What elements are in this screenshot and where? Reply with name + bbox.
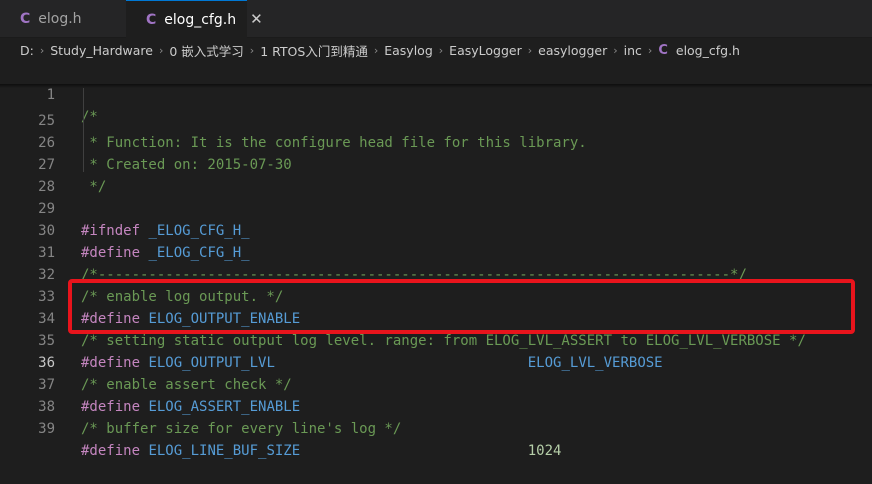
code-line: 28 bbox=[0, 154, 872, 195]
code-line: 37 #define ELOG_ASSERT_ENABLE bbox=[0, 352, 872, 415]
breadcrumb-item[interactable]: 1 RTOS入门到精通 bbox=[260, 41, 368, 60]
code-line: 26 * Created on: 2015-07-30 bbox=[0, 110, 872, 173]
breadcrumb-item[interactable]: EasyLogger bbox=[449, 43, 522, 58]
code-line: 39 #define ELOG_LINE_BUF_SIZE 1024 bbox=[0, 396, 872, 459]
chevron-right-icon: › bbox=[158, 43, 164, 57]
c-file-icon: C bbox=[20, 11, 31, 27]
macro-name: ELOG_LINE_BUF_SIZE bbox=[140, 443, 301, 459]
code-line: 31 /*-----------------------------------… bbox=[0, 220, 872, 283]
code-line: 25 * Function: It is the configure head … bbox=[0, 88, 872, 151]
chevron-right-icon: › bbox=[527, 43, 533, 57]
code-line: 27 */ bbox=[0, 132, 872, 195]
chevron-right-icon: › bbox=[373, 43, 379, 57]
tab-label: elog_cfg.h bbox=[164, 11, 237, 28]
tab-label: elog.h bbox=[38, 11, 82, 27]
chevron-right-icon: › bbox=[39, 43, 45, 57]
chevron-right-icon: › bbox=[613, 43, 618, 57]
breadcrumb-file[interactable]: C elog_cfg.h bbox=[658, 43, 740, 58]
chevron-right-icon: › bbox=[249, 43, 255, 57]
tab-elog-cfg-h[interactable]: C elog_cfg.h ✕ bbox=[126, 0, 263, 38]
number-value: 1024 bbox=[527, 443, 562, 459]
code-text: /* buffer size for every line's log */ bbox=[81, 421, 402, 437]
tab-elog-h[interactable]: C elog.h bbox=[0, 0, 126, 38]
tab-bar: C elog.h C elog_cfg.h ✕ bbox=[0, 0, 872, 38]
code-line-sticky: 1 /* bbox=[0, 62, 872, 125]
directive-keyword: #define bbox=[81, 443, 141, 459]
breadcrumb-item[interactable]: 0 嵌入式学习 bbox=[169, 41, 243, 60]
breadcrumb-item[interactable]: D: bbox=[20, 43, 34, 58]
code-line: 30 #define _ELOG_CFG_H_ bbox=[0, 198, 872, 261]
c-file-icon: C bbox=[658, 42, 668, 58]
breadcrumb-file-label: elog_cfg.h bbox=[675, 42, 740, 58]
code-line: 38 /* buffer size for every line's log *… bbox=[0, 374, 872, 437]
annotation-highlight-box bbox=[68, 279, 855, 334]
breadcrumb-item[interactable]: Easylog bbox=[384, 43, 433, 58]
close-icon[interactable]: ✕ bbox=[250, 12, 263, 27]
code-line: 29 #ifndef _ELOG_CFG_H_ bbox=[0, 176, 872, 239]
breadcrumb-item[interactable]: Study_Hardware bbox=[50, 43, 153, 58]
line-number: 39 bbox=[38, 421, 55, 437]
code-line: 32 /* enable log output. */ bbox=[0, 242, 872, 305]
chevron-right-icon: › bbox=[438, 43, 444, 57]
breadcrumb-item[interactable]: easylogger bbox=[538, 43, 607, 58]
code-editor[interactable]: 1 /* 25 * Function: It is the configure … bbox=[0, 62, 872, 459]
breadcrumb-item[interactable]: inc bbox=[624, 43, 642, 58]
c-file-icon: C bbox=[146, 11, 157, 28]
chevron-right-icon: › bbox=[647, 43, 653, 57]
breadcrumb: D: › Study_Hardware › 0 嵌入式学习 › 1 RTOS入门… bbox=[0, 38, 872, 62]
